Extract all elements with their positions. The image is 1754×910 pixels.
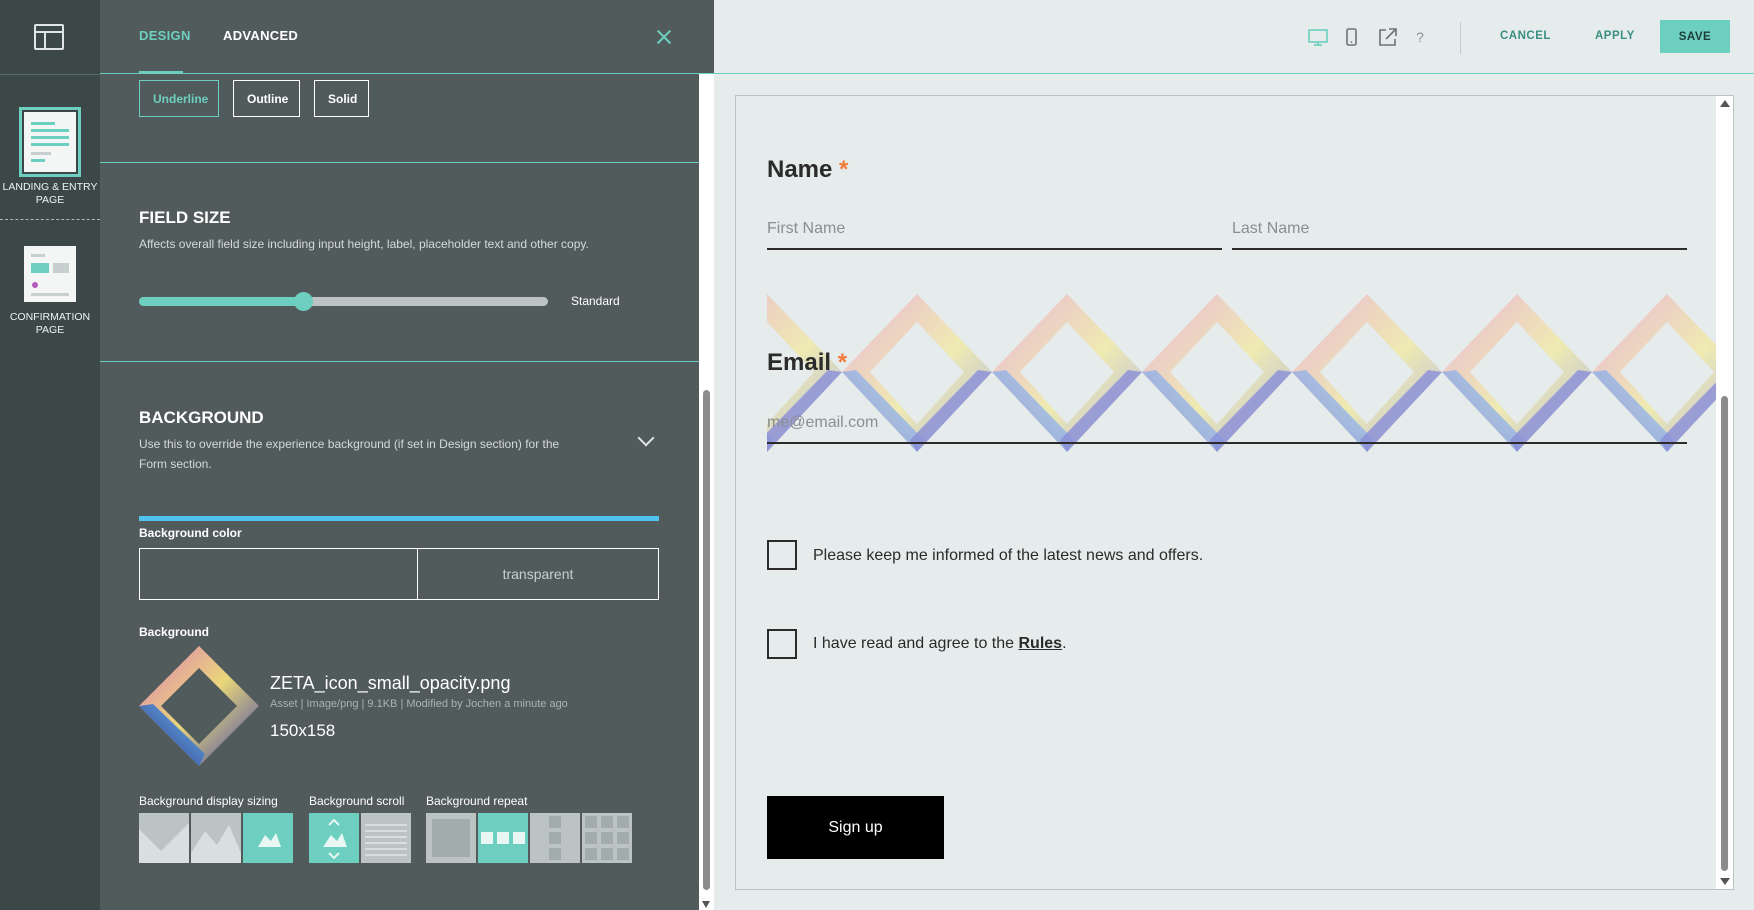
apply-button[interactable]: APPLY (1595, 30, 1635, 42)
toolbar-divider (1460, 22, 1461, 54)
sizing-label: Background display sizing (139, 794, 278, 808)
confirmation-page-thumbnail (24, 246, 76, 302)
repeat-option-y[interactable] (530, 813, 580, 863)
color-swatch[interactable] (140, 549, 418, 599)
rail-divider (0, 74, 100, 75)
save-button[interactable]: SAVE (1660, 20, 1730, 53)
tab-advanced[interactable]: ADVANCED (223, 28, 298, 43)
settings-panel: DESIGN ADVANCED Underline Outline Solid … (100, 0, 714, 910)
news-checkbox-label: Please keep me informed of the latest ne… (813, 547, 1204, 564)
style-underline-button[interactable]: Underline (139, 80, 219, 117)
background-color-label: Background color (139, 526, 242, 540)
page-rail: LANDING & ENTRY PAGE CONFIRMATION PAGE (0, 0, 100, 910)
scroll-down-icon[interactable] (1720, 878, 1730, 885)
mobile-icon[interactable] (1340, 26, 1362, 48)
rail-dashed-divider (0, 219, 100, 220)
background-color-picker[interactable]: transparent (139, 548, 659, 600)
desktop-icon[interactable] (1307, 26, 1329, 48)
sizing-option-cover[interactable] (139, 813, 189, 863)
required-mark: * (839, 156, 849, 183)
background-description: Use this to override the experience back… (139, 437, 560, 471)
repeat-option-none[interactable] (426, 813, 476, 863)
asset-filename: ZETA_icon_small_opacity.png (270, 673, 511, 693)
repeat-option-x[interactable] (478, 813, 528, 863)
preview-scrollbar[interactable] (1716, 96, 1733, 889)
external-link-icon[interactable] (1377, 26, 1399, 48)
page-confirmation[interactable]: CONFIRMATION PAGE (0, 246, 100, 337)
rules-checkbox-label: I have read and agree to the Rules. (813, 635, 1067, 653)
email-input[interactable] (767, 404, 1687, 444)
email-label-text: Email (767, 349, 832, 376)
page-label-landing: LANDING & ENTRY PAGE (2, 181, 98, 206)
form-preview: Name * Email * Please keep me informed o… (735, 95, 1734, 890)
slider-handle[interactable] (293, 292, 313, 311)
last-name-input[interactable] (1232, 210, 1687, 250)
field-size-slider[interactable] (139, 292, 548, 311)
section-divider (100, 162, 699, 163)
panel-header: DESIGN ADVANCED (100, 0, 714, 74)
help-icon[interactable]: ? (1409, 26, 1431, 48)
asset-metadata: Asset | Image/png | 9.1KB | Modified by … (270, 698, 568, 710)
repeat-label: Background repeat (426, 794, 528, 808)
panel-scrollbar[interactable] (699, 74, 714, 910)
field-size-value: Standard (571, 294, 620, 308)
news-checkbox[interactable] (767, 540, 797, 570)
first-name-input[interactable] (767, 210, 1222, 250)
rules-link[interactable]: Rules (1018, 635, 1062, 652)
top-toolbar: ? CANCEL APPLY SAVE (714, 0, 1754, 74)
section-highlight-bar (139, 516, 659, 521)
rules-checkbox[interactable] (767, 629, 797, 659)
repeat-option-both[interactable] (582, 813, 632, 863)
field-size-description: Affects overall field size including inp… (139, 237, 589, 251)
preview-scrollbar-thumb[interactable] (1721, 396, 1728, 871)
color-value[interactable]: transparent (418, 566, 658, 582)
background-image-label: Background (139, 625, 210, 639)
scroll-down-icon[interactable] (702, 901, 710, 908)
page-landing-entry[interactable]: LANDING & ENTRY PAGE (0, 107, 100, 207)
tab-design[interactable]: DESIGN (139, 28, 191, 43)
required-mark: * (837, 349, 848, 376)
sizing-option-contain[interactable] (191, 813, 241, 863)
sizing-option-auto[interactable] (243, 813, 293, 863)
name-label: Name * (767, 156, 848, 184)
close-icon[interactable] (653, 26, 675, 48)
field-size-title: FIELD SIZE (139, 208, 231, 227)
style-outline-button[interactable]: Outline (233, 80, 300, 117)
layout-icon[interactable] (34, 24, 64, 50)
scroll-option-scroll[interactable] (309, 813, 359, 863)
rules-prefix: I have read and agree to the (813, 635, 1019, 652)
scrollbar-thumb[interactable] (703, 390, 710, 890)
style-solid-button[interactable]: Solid (314, 80, 369, 117)
section-divider (100, 361, 699, 362)
cancel-button[interactable]: CANCEL (1500, 30, 1551, 42)
scroll-option-fixed[interactable] (361, 813, 411, 863)
signup-button[interactable]: Sign up (767, 796, 944, 859)
landing-page-thumbnail (19, 107, 81, 177)
slider-fill (139, 297, 303, 306)
email-label: Email * (767, 349, 847, 377)
chevron-down-icon[interactable] (637, 429, 655, 447)
rules-suffix: . (1062, 635, 1067, 652)
name-label-text: Name (767, 156, 833, 183)
scroll-label: Background scroll (309, 794, 405, 808)
asset-thumbnail[interactable] (139, 646, 259, 766)
background-title: BACKGROUND (139, 408, 264, 427)
asset-dimensions: 150x158 (270, 721, 336, 740)
active-tab-indicator (139, 71, 183, 74)
svg-text:?: ? (1416, 29, 1424, 45)
scroll-up-icon[interactable] (1720, 100, 1730, 107)
page-label-confirmation: CONFIRMATION PAGE (9, 311, 91, 336)
